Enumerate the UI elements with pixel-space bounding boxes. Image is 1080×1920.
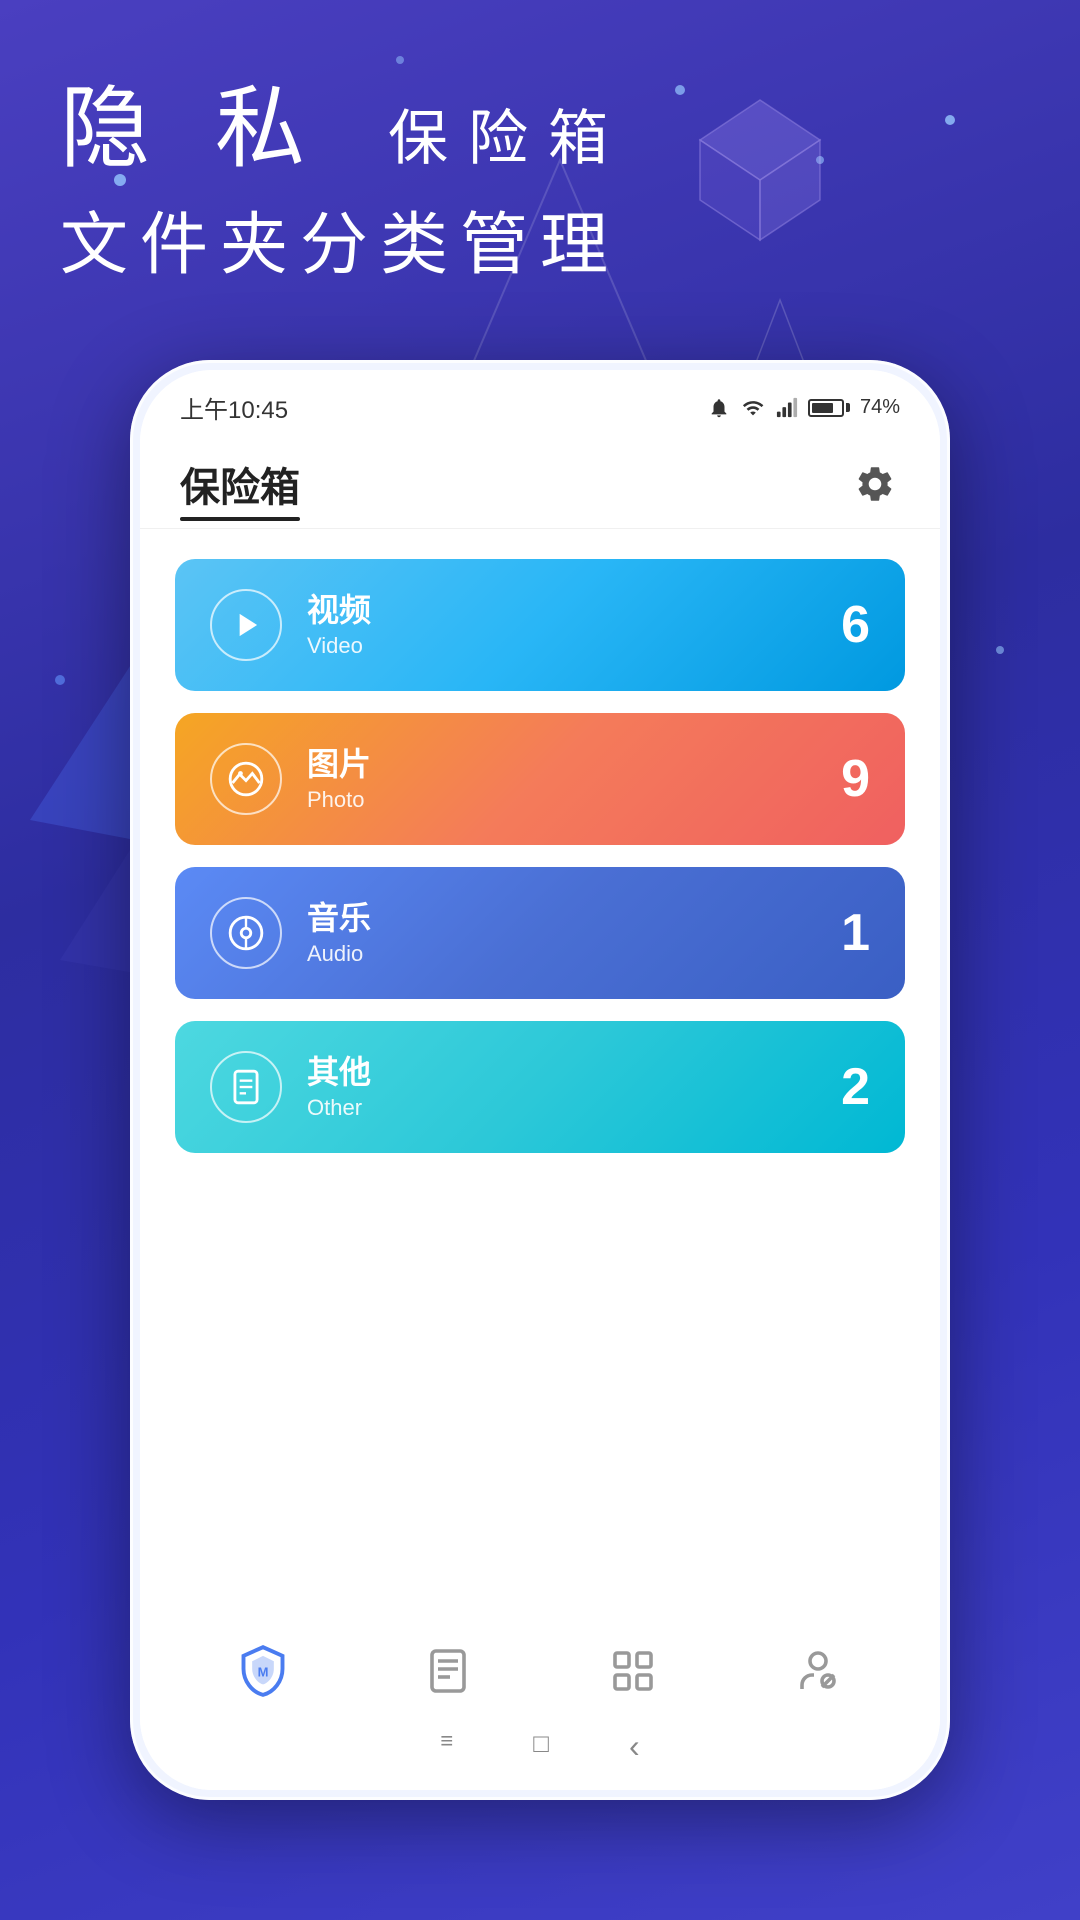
nav-item-shield[interactable]: M <box>228 1641 298 1701</box>
card-left-other: 其他 Other <box>210 1051 371 1123</box>
header-section: 隐 私 保险箱 文件夹分类管理 <box>60 80 628 288</box>
audio-text: 音乐 Audio <box>307 899 371 966</box>
header-subtitle-text: 保险箱 <box>388 105 628 172</box>
video-card[interactable]: 视频 Video 6 <box>175 559 905 691</box>
card-left-audio: 音乐 Audio <box>210 897 371 969</box>
back-button[interactable]: ‹ <box>629 1728 640 1765</box>
phone-screen: 上午10:45 <box>140 370 940 1790</box>
status-time: 上午10:45 <box>180 390 288 425</box>
nav-item-person[interactable] <box>783 1641 853 1701</box>
play-icon <box>227 606 265 644</box>
other-count: 2 <box>841 1057 870 1117</box>
photo-title-en: Photo <box>307 787 371 813</box>
svg-text:M: M <box>257 1664 268 1679</box>
video-title-en: Video <box>307 633 371 659</box>
audio-count: 1 <box>841 903 870 963</box>
photo-icon-circle <box>210 743 282 815</box>
app-header: 保险箱 <box>140 435 940 529</box>
video-icon-circle <box>210 589 282 661</box>
file-icon <box>227 1068 265 1106</box>
nav-item-grid[interactable] <box>598 1641 668 1701</box>
gear-icon <box>854 463 896 505</box>
card-left-video: 视频 Video <box>210 589 371 661</box>
person-nav-icon <box>794 1647 842 1695</box>
other-title-cn: 其他 <box>307 1053 371 1091</box>
header-line2: 文件夹分类管理 <box>60 189 628 288</box>
menu-button[interactable]: ≡ <box>440 1728 453 1765</box>
music-icon <box>227 914 265 952</box>
audio-card[interactable]: 音乐 Audio 1 <box>175 867 905 999</box>
signal-icon <box>776 397 798 419</box>
system-nav-bar: ≡ □ ‹ <box>140 1716 940 1790</box>
bottom-nav: M <box>140 1621 940 1790</box>
nav-items: M <box>140 1621 940 1716</box>
app-title-container: 保险箱 <box>180 455 300 513</box>
header-privacy-text: 隐 私 <box>60 79 325 179</box>
status-icons: 74% <box>708 396 900 419</box>
video-title-cn: 视频 <box>307 591 371 629</box>
other-icon-circle <box>210 1051 282 1123</box>
audio-icon-circle <box>210 897 282 969</box>
photo-count: 9 <box>841 749 870 809</box>
document-nav-icon <box>424 1647 472 1695</box>
audio-title-cn: 音乐 <box>307 899 371 937</box>
app-title: 保险箱 <box>180 455 300 513</box>
grid-nav-icon <box>609 1647 657 1695</box>
audio-title-en: Audio <box>307 941 371 967</box>
other-text: 其他 Other <box>307 1053 371 1120</box>
other-title-en: Other <box>307 1095 371 1121</box>
shield-nav-icon: M <box>237 1645 289 1697</box>
card-left-photo: 图片 Photo <box>210 743 371 815</box>
video-text: 视频 Video <box>307 591 371 658</box>
battery-indicator <box>808 399 850 417</box>
header-line1: 隐 私 保险箱 <box>60 80 628 179</box>
photo-title-cn: 图片 <box>307 745 371 783</box>
home-button[interactable]: □ <box>533 1728 549 1765</box>
other-card[interactable]: 其他 Other 2 <box>175 1021 905 1153</box>
content-area: 视频 Video 6 图片 <box>140 529 940 1205</box>
photo-card[interactable]: 图片 Photo 9 <box>175 713 905 845</box>
wifi-icon <box>740 397 766 419</box>
nav-item-document[interactable] <box>413 1641 483 1701</box>
photo-text: 图片 Photo <box>307 745 371 812</box>
battery-percent: 74% <box>860 396 900 419</box>
settings-button[interactable] <box>850 459 900 509</box>
photo-icon <box>227 760 265 798</box>
phone-mockup: 上午10:45 <box>130 360 950 1800</box>
status-bar: 上午10:45 <box>140 370 940 435</box>
alarm-icon <box>708 397 730 419</box>
video-count: 6 <box>841 595 870 655</box>
title-underline <box>180 517 300 521</box>
